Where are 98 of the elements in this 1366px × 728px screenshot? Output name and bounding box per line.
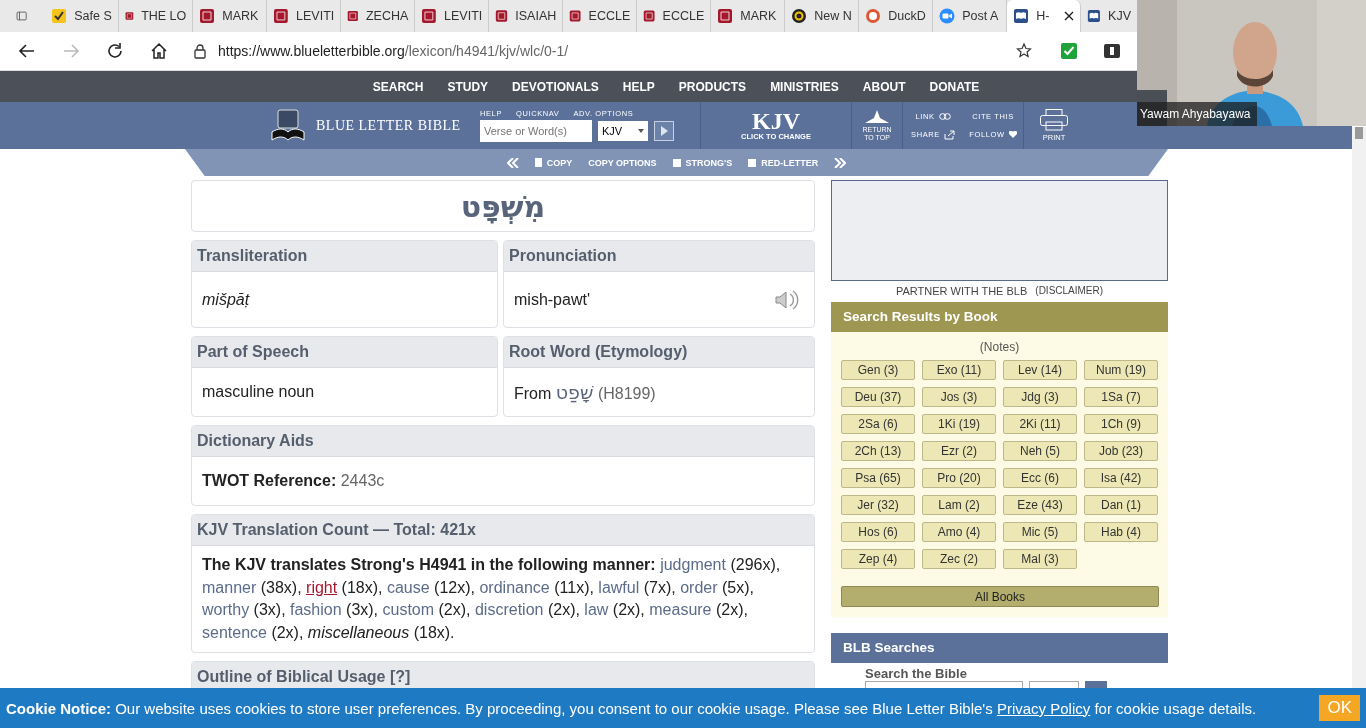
tab-title: DuckD — [888, 9, 926, 23]
tab-title: LEVITI — [444, 9, 483, 23]
book-button[interactable]: Psa (65) — [841, 468, 915, 488]
book-button[interactable]: Ecc (6) — [1003, 468, 1077, 488]
book-button[interactable]: Dan (1) — [1084, 495, 1158, 515]
card-heading: Part of Speech — [192, 337, 497, 368]
word-link[interactable]: sentence — [202, 623, 267, 641]
book-button[interactable]: Pro (20) — [922, 468, 996, 488]
tab-title: H- — [1036, 9, 1051, 23]
word-link[interactable]: custom — [382, 601, 435, 618]
book-button[interactable]: Mic (5) — [1003, 522, 1077, 542]
book-button[interactable]: Exo (11) — [922, 360, 996, 380]
word-link[interactable]: cause — [386, 578, 430, 596]
tab-title: MARK — [740, 9, 777, 23]
word-link[interactable]: right — [306, 578, 338, 596]
search-field[interactable]: Verse or Word(s) — [480, 120, 592, 142]
book-button[interactable]: Hos (6) — [841, 522, 915, 542]
book-button[interactable]: Zep (4) — [841, 549, 915, 569]
book-button[interactable]: 1Sa (7) — [1084, 387, 1158, 407]
book-button[interactable]: Zec (2) — [922, 549, 996, 569]
card-heading: Pronunciation — [504, 241, 814, 272]
word-link[interactable]: measure — [649, 601, 712, 618]
book-button[interactable]: Num (19) — [1084, 360, 1158, 380]
book-button[interactable]: Amo (4) — [922, 522, 996, 542]
word-link[interactable]: manner — [202, 578, 257, 596]
book-button[interactable]: Ezr (2) — [922, 441, 996, 461]
tab-title: ECCLE — [588, 9, 631, 23]
word-link[interactable]: judgment — [660, 556, 726, 573]
book-button[interactable]: Jos (3) — [922, 387, 996, 407]
nav-link[interactable]: HELP — [622, 79, 655, 94]
nav-link[interactable]: STUDY — [447, 79, 489, 94]
reference-text: TWOT Reference: 2443c — [202, 472, 385, 490]
word-link[interactable]: worthy — [202, 601, 250, 618]
site-logo[interactable]: BLUE LETTER BIBLE — [270, 102, 470, 149]
book-button[interactable]: Eze (43) — [1003, 495, 1077, 515]
translation-paragraph: The KJV translates Strong's H4941 in the following manner: judgment (296x), manner (38x), right (18x), cause (12x), ordinance (11x), lawful (7x), order (5x), worthy (3x), fashion (3x), custom (2x), discretion (2x), law (2x), measure (2x), sentence (2x), miscellaneous (18x). — [202, 555, 782, 643]
nav-link[interactable]: DEVOTIONALS — [512, 79, 599, 94]
tab-title: ECCLE — [662, 9, 705, 23]
all-books-button[interactable]: All Books — [841, 586, 1159, 607]
partner-link[interactable]: PARTNER WITH THE BLB — [895, 285, 1028, 297]
word-link[interactable]: lawful — [598, 578, 640, 596]
card-heading: Root Word (Etymology) — [504, 337, 814, 368]
book-button[interactable]: Deu (37) — [841, 387, 915, 407]
card-heading: Transliteration — [192, 241, 497, 272]
browser-tab[interactable]: KJV — [1081, 0, 1137, 32]
version-dropdown[interactable]: KJV — [598, 121, 648, 141]
field-value: mish-pawt' — [514, 290, 590, 309]
book-button[interactable]: 2Ki (11) — [1003, 414, 1077, 434]
tab-title: New N — [814, 9, 852, 23]
panel-heading: BLB Searches — [831, 633, 1168, 663]
panel-heading: Search Results by Book — [831, 302, 1168, 332]
book-button[interactable]: Hab (4) — [1084, 522, 1158, 542]
field-label: Search the Bible — [865, 666, 968, 681]
card-heading: KJV Translation Count — Total: 421x — [192, 515, 814, 546]
book-button[interactable]: 1Ch (9) — [1084, 414, 1158, 434]
word-link[interactable]: discretion — [474, 601, 544, 618]
disclaimer-link[interactable]: (DISCLAIMER) — [1035, 285, 1104, 297]
card-heading: Dictionary Aids — [192, 426, 814, 457]
book-button[interactable]: Gen (3) — [841, 360, 915, 380]
tab-title: KJV — [1108, 9, 1131, 23]
nav-link[interactable]: PRODUCTS — [678, 79, 747, 94]
tab-title: ZECHA — [365, 9, 409, 23]
cookie-notice-text: Cookie Notice: Our website uses cookies to store user preferences. By proceeding, you consent to our cookie usage. Please see Blue Letter Bible's Privacy Policy for cookie usage details. — [6, 699, 1257, 717]
nav-link[interactable]: SEARCH — [372, 79, 424, 94]
word-link[interactable]: order — [680, 578, 718, 596]
book-button[interactable]: Lam (2) — [922, 495, 996, 515]
book-button[interactable]: Neh (5) — [1003, 441, 1077, 461]
book-button[interactable]: 1Ki (19) — [922, 414, 996, 434]
book-button[interactable]: Job (23) — [1084, 441, 1158, 461]
tab-title: THE LO — [141, 9, 187, 23]
address-bar[interactable]: https://www.blueletterbible.org/lexicon/h4941/kjv/wlc/0-1/ — [194, 37, 1034, 65]
field-value: masculine noun — [202, 383, 315, 401]
participant-name: Yawam Ahyabayawa — [1137, 102, 1257, 126]
url-text: https://www.blueletterbible.org/lexicon/h4941/kjv/wlc/0-1/ — [218, 43, 570, 59]
book-button[interactable]: Isa (42) — [1084, 468, 1158, 488]
book-button[interactable]: Jdg (3) — [1003, 387, 1077, 407]
browser-tab[interactable]: H- — [1007, 0, 1082, 32]
book-button[interactable]: Mal (3) — [1003, 549, 1077, 569]
nav-link[interactable]: DONATE — [929, 79, 980, 94]
field-value: mišpāṭ — [202, 290, 250, 309]
card-heading: Outline of Biblical Usage [?] — [192, 662, 814, 689]
book-button[interactable]: Jer (32) — [841, 495, 915, 515]
word-link[interactable]: fashion — [290, 601, 342, 618]
book-button[interactable]: 2Ch (13) — [841, 441, 915, 461]
nav-link[interactable]: ABOUT — [862, 79, 906, 94]
nav-link[interactable]: MINISTRIES — [770, 79, 839, 94]
tab-title: Safe S — [74, 9, 112, 23]
word-link[interactable]: ordinance — [479, 578, 550, 596]
tab-title: Post A — [962, 9, 999, 23]
tab-title: ISAIAH — [515, 9, 557, 23]
word-link[interactable]: law — [584, 601, 609, 618]
notes-link[interactable]: (Notes) — [979, 340, 1020, 354]
book-button[interactable]: Lev (14) — [1003, 360, 1077, 380]
tab-title: LEVITI — [296, 9, 335, 23]
hebrew-word: מִשְׁפָּט — [460, 188, 546, 224]
book-button[interactable]: 2Sa (6) — [841, 414, 915, 434]
privacy-policy-link[interactable]: Privacy Policy — [996, 699, 1091, 717]
tab-title: MARK — [222, 9, 259, 23]
